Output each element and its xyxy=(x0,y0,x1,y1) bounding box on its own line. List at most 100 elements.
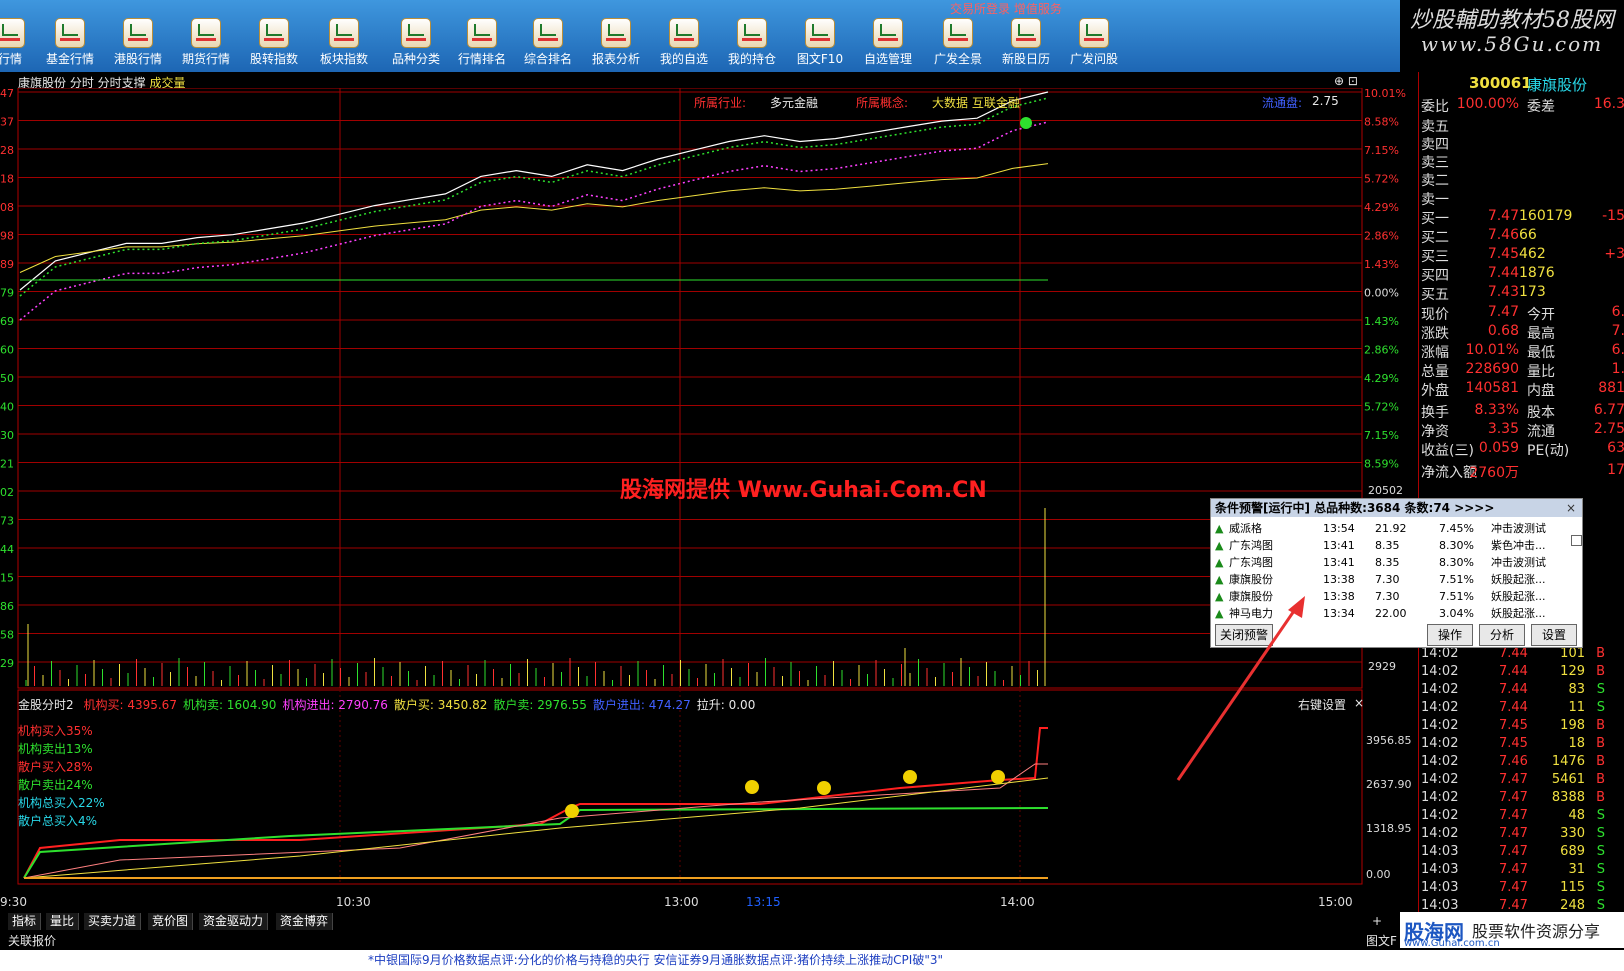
alert-row[interactable]: ▲ 威派格 13:54 21.92 7.45% 冲击波测试 xyxy=(1215,521,1565,537)
close-icon[interactable]: × xyxy=(1354,696,1364,710)
toolbar-button-15[interactable]: 新股日历 xyxy=(996,14,1056,70)
alert-row[interactable]: ▲ 广东鸿图 13:41 8.35 8.30% 冲击波测试 xyxy=(1215,555,1565,571)
right-axis-label: 4.29% xyxy=(1364,201,1399,214)
toolbar-button-10[interactable]: 我的自选 xyxy=(654,14,714,70)
toolbar-button-14[interactable]: 广发全景 xyxy=(928,14,988,70)
toolbar-button-3[interactable]: 期货行情 xyxy=(176,14,236,70)
toolbar-button-13[interactable]: 自选管理 xyxy=(858,14,918,70)
indicator-legend-item: 散户卖出24% xyxy=(18,778,93,792)
toolbar-button-16[interactable]: 广发问股 xyxy=(1064,14,1124,70)
f10-icon xyxy=(805,18,835,48)
left-axis-label: 60 xyxy=(0,344,14,357)
toolbar-button-2[interactable]: 港股行情 xyxy=(108,14,168,70)
watchlist-icon xyxy=(669,18,699,48)
toolbar-button-0[interactable]: 行情 xyxy=(0,14,40,70)
smiley-icon xyxy=(991,770,1005,784)
add-icon[interactable]: + xyxy=(1372,914,1382,928)
bottom-tab[interactable]: 资金驱动力 xyxy=(199,913,269,930)
tick-row: 14:02 7.47 330 S xyxy=(1419,826,1624,845)
toolbar-button-1[interactable]: 基金行情 xyxy=(40,14,100,70)
tick-cell: B xyxy=(1596,646,1605,661)
bottom-tab[interactable]: 指标 xyxy=(8,913,42,930)
bottom-tab[interactable]: 竞价图 xyxy=(148,913,194,930)
quote-cell: 1876 xyxy=(1519,265,1555,281)
quote-cell: 140581 xyxy=(1465,380,1519,396)
tick-cell: 14:02 xyxy=(1421,826,1459,841)
concept-value: 大数据 互联金融 xyxy=(932,96,1020,110)
tick-cell: S xyxy=(1596,700,1605,715)
quote-cell: 228690 xyxy=(1465,361,1519,377)
right-axis-label: 2.86% xyxy=(1364,230,1399,243)
quote-cell: +3 xyxy=(1604,246,1624,262)
alert-row[interactable]: ▲ 广东鸿图 13:41 8.35 8.30% 紫色冲击... xyxy=(1215,538,1565,554)
expand-icon[interactable]: ⊕ ⊡ xyxy=(1334,74,1358,88)
signal-dot xyxy=(1020,117,1032,129)
tick-cell: 14:03 xyxy=(1421,880,1459,895)
retail-sell-line xyxy=(23,777,1049,879)
quote-row: 收益(三) 0.059 PE(动) 63 xyxy=(1419,440,1624,459)
tick-cell: 14:02 xyxy=(1421,736,1459,751)
quote-row: 涨跌 0.68 最高 7. xyxy=(1419,323,1624,342)
related-quotes-label[interactable]: 关联报价 xyxy=(8,932,56,949)
right-axis-label: 7.15% xyxy=(1364,144,1399,157)
quote-row: 买二 7.46 66 xyxy=(1419,227,1624,246)
alert-cell: 8.30% xyxy=(1439,539,1474,552)
toolbar-button-4[interactable]: 股转指数 xyxy=(244,14,304,70)
f10-tab[interactable]: 图文F xyxy=(1366,932,1397,949)
analyze-button[interactable]: 分析 xyxy=(1479,624,1525,646)
quote-cell: 100.00% xyxy=(1456,96,1519,112)
toolbar-button-5[interactable]: 板块指数 xyxy=(314,14,374,70)
tick-cell: 14:02 xyxy=(1421,646,1459,661)
alert-cell: 21.92 xyxy=(1375,522,1407,535)
quote-cell: 3.35 xyxy=(1487,421,1519,437)
indicator-title[interactable]: 金股分时2 xyxy=(18,698,74,712)
left-axis-label: 28 xyxy=(0,144,14,157)
toolbar-button-11[interactable]: 我的持仓 xyxy=(722,14,782,70)
pressure-line xyxy=(19,121,1049,321)
indicator-axis-label: 3956.85 xyxy=(1366,734,1412,747)
alert-cell: 8.35 xyxy=(1375,556,1400,569)
quote-cell: 买一 xyxy=(1421,211,1449,227)
left-axis-label: 89 xyxy=(0,258,14,271)
industry-label: 所属行业: xyxy=(694,96,747,110)
toolbar-button-6[interactable]: 品种分类 xyxy=(386,14,446,70)
x-axis-label: 13:15 xyxy=(746,895,781,909)
quote-cell: 量比 xyxy=(1527,364,1555,380)
alert-close-icon[interactable]: × xyxy=(1566,501,1576,515)
tick-row: 14:03 7.47 31 S xyxy=(1419,862,1624,881)
tick-cell: 7.47 xyxy=(1499,772,1528,787)
tick-cell: B xyxy=(1596,664,1605,679)
quote-header: 300061 康旗股份 xyxy=(1419,74,1624,94)
tick-cell: S xyxy=(1596,682,1605,697)
left-axis-label: 37 xyxy=(0,116,14,129)
alert-settings-button[interactable]: 设置 xyxy=(1531,624,1577,646)
operation-button[interactable]: 操作 xyxy=(1427,624,1473,646)
toolbar-button-12[interactable]: 图文F10 xyxy=(790,14,850,70)
alert-title[interactable]: 条件预警[运行中] 总品种数:3684 条数:74 >>>> xyxy=(1211,499,1582,517)
tick-cell: 7.47 xyxy=(1499,790,1528,805)
ticker-text[interactable]: *中银国际9月价格数据点评:分化的价格与持稳的央行 安信证券9月通胀数据点评:猪… xyxy=(368,950,943,971)
bottom-tab[interactable]: 量比 xyxy=(46,913,80,930)
toolbar-button-8[interactable]: 综合排名 xyxy=(518,14,578,70)
float-value: 2.75 xyxy=(1312,94,1339,108)
tick-cell: S xyxy=(1596,898,1605,913)
toolbar-button-9[interactable]: 报表分析 xyxy=(586,14,646,70)
news-ticker[interactable]: *中银国际9月价格数据点评:分化的价格与持稳的央行 安信证券9月通胀数据点评:猪… xyxy=(0,950,1624,971)
bottom-tab[interactable]: 买卖力道 xyxy=(84,913,142,930)
alert-cell: 7.51% xyxy=(1439,590,1474,603)
alert-checkbox[interactable] xyxy=(1571,535,1582,546)
tick-row: 14:02 7.44 11 S xyxy=(1419,700,1624,719)
tick-cell: 14:03 xyxy=(1421,844,1459,859)
quote-cell: 股本 xyxy=(1527,405,1555,421)
left-axis-label: 21 xyxy=(0,458,14,471)
quote-cell: 最低 xyxy=(1527,345,1555,361)
toolbar-button-label: 综合排名 xyxy=(523,52,572,66)
quote-cell: 买五 xyxy=(1421,287,1449,303)
indicator-axis-label: 1318.95 xyxy=(1366,822,1412,835)
tick-row: 14:02 7.44 83 S xyxy=(1419,682,1624,701)
alert-cell: 冲击波测试 xyxy=(1491,522,1546,535)
alert-row[interactable]: ▲ 康旗股份 13:38 7.30 7.51% 妖股起涨... xyxy=(1215,572,1565,588)
quote-row: 涨幅 10.01% 最低 6. xyxy=(1419,342,1624,361)
toolbar-button-7[interactable]: 行情排名 xyxy=(452,14,512,70)
bottom-tab[interactable]: 资金博弈 xyxy=(276,913,334,930)
